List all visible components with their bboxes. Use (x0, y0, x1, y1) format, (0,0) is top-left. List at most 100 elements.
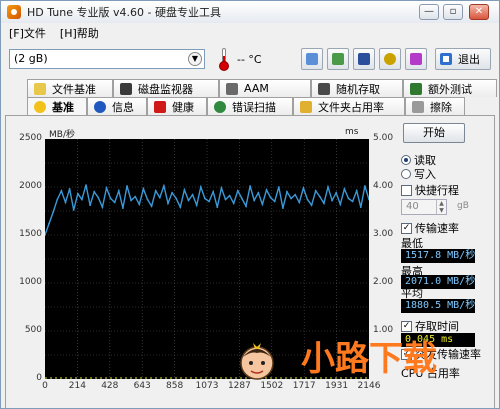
exit-button[interactable]: 退出 (435, 48, 491, 70)
quick-stroke-input[interactable]: 40 ▲ ▼ (401, 199, 447, 215)
arrow-down-icon (410, 53, 422, 65)
tab-health[interactable]: 健康 (147, 97, 207, 115)
options-button[interactable] (379, 48, 401, 70)
chart-data-point (347, 197, 350, 200)
tab-label: 健康 (172, 100, 194, 114)
tab-benchmark[interactable]: 基准 (27, 97, 87, 115)
chart-data-point (310, 204, 313, 207)
tab-file-benchmark[interactable]: 文件基准 (27, 79, 113, 97)
radio-label: 写入 (414, 168, 436, 181)
screenshot-icon (332, 53, 344, 65)
checkbox-label: 传输速率 (415, 222, 459, 235)
menu-file[interactable]: [F]文件 (9, 25, 46, 41)
tab-extra-tests[interactable]: 额外测试 (403, 79, 497, 97)
chart-data-point (314, 189, 317, 192)
tab-aam[interactable]: AAM (219, 79, 311, 97)
tab-folder-usage[interactable]: 文件夹占用率 (293, 97, 405, 115)
x-tick-label: 428 (101, 381, 119, 391)
gear-icon (384, 53, 396, 65)
chart-data-point (93, 190, 96, 193)
monitor-icon (120, 82, 132, 95)
chart-data-point (277, 186, 280, 188)
transfer-rate-checkbox[interactable]: ✓ 传输速率 (401, 221, 459, 235)
chart-data-point (56, 198, 59, 201)
x-tick-label: 214 (68, 381, 86, 391)
chart-data-point (191, 193, 194, 196)
tab-label: 信息 (112, 100, 134, 114)
chart-data-point (158, 196, 161, 199)
menu-help[interactable]: [H]帮助 (60, 25, 99, 41)
chart-data-point (154, 189, 157, 192)
y-right-unit: ms (345, 127, 359, 137)
y-left-tick-label: 0 (36, 373, 42, 383)
tab-row-top: 文件基准 磁盘监视器 AAM 随机存取 额外测试 (27, 79, 497, 97)
tab-label: 磁盘监视器 (138, 82, 193, 96)
chart-data-point (142, 188, 145, 190)
chart-data-point (253, 199, 256, 202)
y-right-tick-label: 4.00 (373, 181, 394, 191)
y-left-tick-label: 1000 (19, 277, 42, 287)
chart-data-point (216, 206, 219, 209)
chart-data-point (261, 203, 264, 206)
y-right-tick-label: 3.00 (373, 229, 394, 239)
chart-data-point (81, 198, 83, 201)
checkbox-label: 快捷行程 (415, 184, 459, 197)
x-tick-label: 643 (133, 381, 151, 391)
chart-data-point (273, 200, 276, 203)
tab-erase[interactable]: 擦除 (405, 97, 465, 115)
tab-info[interactable]: 信息 (87, 97, 147, 115)
chart-data-point (228, 194, 231, 197)
erase-icon (412, 100, 424, 113)
chart-data-point (117, 189, 120, 192)
chart-data-point (294, 193, 297, 196)
close-button[interactable]: ✕ (469, 4, 489, 20)
chart-data-point (175, 197, 178, 200)
chart-data-point (351, 200, 354, 203)
quick-stroke-checkbox[interactable]: 快捷行程 (401, 183, 459, 197)
save-button[interactable] (353, 48, 375, 70)
tab-random-access[interactable]: 随机存取 (311, 79, 403, 97)
chart-data-point (339, 203, 342, 206)
x-tick-label: 1073 (195, 381, 219, 391)
chart-data-point (97, 196, 100, 199)
chevron-down-icon[interactable]: ▼ (188, 52, 202, 66)
app-window: HD Tune 专业版 v4.60 - 硬盘专业工具 — ▫ ✕ [F]文件 [… (0, 0, 500, 409)
chart-data-point (179, 206, 182, 209)
radio-indicator (401, 155, 411, 165)
chart-data-point (236, 189, 239, 192)
drive-select[interactable]: (2 gB) ▼ (9, 49, 205, 69)
x-tick-label: 1717 (292, 381, 316, 391)
chart-data-point (359, 206, 362, 209)
drive-select-value: (2 gB) (14, 52, 48, 65)
tab-label: 额外测试 (428, 82, 472, 96)
tab-error-scan[interactable]: 错误扫描 (207, 97, 293, 115)
chart-data-point (335, 191, 338, 194)
tab-label: 文件夹占用率 (318, 100, 384, 114)
quick-stroke-unit: gB (457, 201, 469, 211)
x-tick-label: 2146 (357, 381, 381, 391)
copy-screenshot-button[interactable] (327, 48, 349, 70)
start-button[interactable]: 开始 (403, 123, 465, 143)
chart-data-point (327, 186, 329, 188)
chart-data-point (224, 198, 227, 201)
chart-data-point (331, 199, 333, 202)
x-tick-label: 0 (42, 381, 48, 391)
spin-buttons[interactable]: ▲ ▼ (436, 200, 446, 214)
chart-data-point (183, 189, 186, 191)
chart-data-point (323, 202, 325, 205)
tab-disk-monitor[interactable]: 磁盘监视器 (113, 79, 219, 97)
maximize-button[interactable]: ▫ (443, 4, 463, 20)
chart-data-point (220, 187, 223, 189)
chart-data-point (212, 190, 215, 193)
chart-data-point (134, 195, 137, 198)
radio-read[interactable]: 读取 (401, 153, 436, 167)
download-button[interactable] (405, 48, 427, 70)
copy-info-button[interactable] (301, 48, 323, 70)
minimize-button[interactable]: — (419, 4, 439, 20)
y-left-tick-label: 2000 (19, 181, 42, 191)
chart-data-point (113, 201, 116, 204)
chart-data-point (101, 206, 104, 209)
title-bar: HD Tune 专业版 v4.60 - 硬盘专业工具 — ▫ ✕ (1, 1, 499, 23)
chart-data-point (208, 200, 211, 203)
radio-write[interactable]: 写入 (401, 167, 436, 181)
